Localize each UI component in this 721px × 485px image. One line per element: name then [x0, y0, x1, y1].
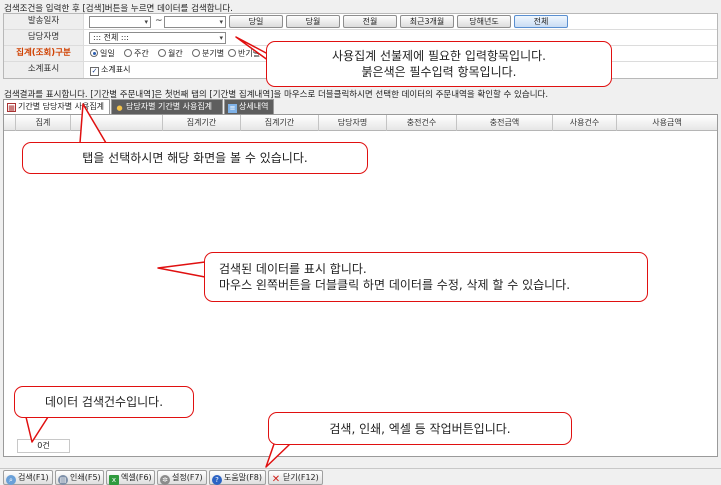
excel-button-label: 엑셀(F6): [121, 473, 152, 482]
callout-line: 검색, 인쇄, 엑셀 등 작업버튼입니다.: [329, 421, 511, 436]
subtotal-checkbox[interactable]: ✓ 소계표시: [90, 65, 130, 76]
settings-button[interactable]: ✲ 설정(F7): [157, 470, 207, 485]
manager-select-value: ::: 전체 :::: [93, 33, 129, 42]
radio-dot: [90, 49, 98, 57]
callout-line: 탭을 선택하시면 해당 화면을 볼 수 있습니다.: [82, 151, 308, 165]
tab-label: 기간별 담당자별 사용집계: [18, 102, 105, 111]
excel-button[interactable]: x 엑셀(F6): [106, 470, 155, 485]
radio-half-yearly-label: 반기별: [238, 49, 261, 58]
chevron-down-icon: ▾: [219, 34, 223, 42]
radio-monthly-label: 월간: [168, 49, 183, 58]
callout-data: 검색된 데이터를 표시 합니다. 마우스 왼쪽버튼을 더블클릭 하면 데이터를 …: [204, 252, 648, 302]
gear-icon: ✲: [160, 475, 170, 485]
bottom-toolbar: ⌕ 검색(F1) ▤ 인쇄(F5) x 엑셀(F6) ✲ 설정(F7) ? 도움말(F8)…: [0, 468, 721, 485]
callout-line: 붉은색은 필수입력 항목입니다.: [361, 65, 517, 79]
result-count: 0건: [17, 439, 70, 453]
date-range-separator: ~: [155, 16, 163, 26]
radio-dot: [228, 49, 236, 57]
tab-period-manager-summary[interactable]: ▦ 기간별 담당자별 사용집계: [3, 99, 110, 114]
callout-required-fields: 사용집계 선불제에 필요한 입력항목입니다. 붉은색은 필수입력 항목입니다.: [266, 41, 612, 87]
start-date-combo[interactable]: ▾: [89, 16, 151, 28]
tab-label: 상세내역: [239, 102, 269, 111]
radio-dot: [192, 49, 200, 57]
search-button-label: 검색(F1): [18, 473, 49, 482]
callout-line: 마우스 왼쪽버튼을 더블클릭 하면 데이터를 수정, 삭제 할 수 있습니다.: [219, 278, 571, 292]
tab-details[interactable]: ≡ 상세내역: [224, 99, 274, 114]
subtotal-label: 소계표시: [4, 62, 84, 78]
tab-label: 담당자별 기간별 사용집계: [126, 102, 213, 111]
subtotal-checkbox-label: 소계표시: [101, 65, 131, 74]
radio-weekly[interactable]: 주간: [124, 49, 149, 59]
callout-line: 데이터 검색건수입니다.: [44, 395, 164, 409]
radio-quarterly-label: 분기별: [202, 49, 225, 58]
grid-header: 집계 집계기간 집계기간 담당자명 충전건수 충전금액 사용건수 사용금액: [4, 115, 717, 131]
grid-header-summary[interactable]: 집계: [16, 115, 71, 131]
period-this-month-button[interactable]: 당월: [286, 15, 340, 28]
print-button[interactable]: ▤ 인쇄(F5): [55, 470, 104, 485]
callout-tabs: 탭을 선택하시면 해당 화면을 볼 수 있습니다.: [22, 142, 368, 174]
excel-icon: x: [109, 475, 119, 485]
grid-header-rowmarker: [4, 115, 16, 131]
radio-half-yearly[interactable]: 반기별: [228, 49, 260, 59]
chevron-down-icon: ▾: [219, 18, 223, 26]
grid-header-manager[interactable]: 담당자명: [319, 115, 387, 131]
radio-daily[interactable]: 일일: [90, 49, 115, 59]
help-button-label: 도움말(F8): [224, 473, 263, 482]
close-button[interactable]: ✕ 닫기(F12): [268, 470, 323, 485]
grid-header-use-count[interactable]: 사용건수: [553, 115, 617, 131]
period-this-year-button[interactable]: 당해년도: [457, 15, 511, 28]
callout-line: 검색된 데이터를 표시 합니다.: [219, 262, 367, 276]
print-button-label: 인쇄(F5): [70, 473, 101, 482]
radio-monthly[interactable]: 월간: [158, 49, 183, 59]
callout-line: 사용집계 선불제에 필요한 입력항목입니다.: [332, 49, 546, 63]
group-type-label: 집계(조회)구분: [4, 46, 84, 61]
printer-icon: ▤: [58, 475, 68, 485]
close-icon: ✕: [271, 474, 281, 485]
period-last-month-button[interactable]: 전월: [343, 15, 397, 28]
grid-header-use-amount[interactable]: 사용금액: [617, 115, 717, 131]
callout-toolbar: 검색, 인쇄, 엑셀 등 작업버튼입니다.: [268, 412, 572, 445]
grid-header-blank[interactable]: [71, 115, 163, 131]
end-date-combo[interactable]: ▾: [164, 16, 226, 28]
callout-count: 데이터 검색건수입니다.: [14, 386, 194, 418]
period-all-button[interactable]: 전체: [514, 15, 568, 28]
chevron-down-icon: ▾: [144, 18, 148, 26]
grid-header-charge-amount[interactable]: 충전금액: [457, 115, 553, 131]
period-3months-button[interactable]: 최근3개월: [400, 15, 454, 28]
radio-dot: [158, 49, 166, 57]
date-label: 발송일자: [4, 14, 84, 29]
manager-label: 담당자명: [4, 30, 84, 45]
checkmark-icon: ✓: [90, 67, 99, 76]
search-button[interactable]: ⌕ 검색(F1): [3, 470, 53, 485]
period-today-button[interactable]: 당일: [229, 15, 283, 28]
radio-quarterly[interactable]: 분기별: [192, 49, 224, 59]
close-button-label: 닫기(F12): [283, 473, 319, 482]
grid-header-charge-count[interactable]: 충전건수: [387, 115, 457, 131]
grid-header-period-start[interactable]: 집계기간: [163, 115, 241, 131]
grid-header-period-end[interactable]: 집계기간: [241, 115, 319, 131]
help-button[interactable]: ? 도움말(F8): [209, 470, 266, 485]
settings-button-label: 설정(F7): [172, 473, 203, 482]
help-icon: ?: [212, 475, 222, 485]
radio-weekly-label: 주간: [134, 49, 149, 58]
tab-manager-period-summary[interactable]: ● 담당자별 기간별 사용집계: [111, 99, 223, 114]
manager-select[interactable]: ::: 전체 ::: ▾: [89, 32, 226, 44]
calendar-icon: ▦: [7, 103, 16, 112]
users-icon: ●: [116, 104, 123, 112]
document-icon: ≡: [228, 104, 237, 113]
radio-daily-label: 일일: [100, 49, 115, 58]
date-row: 발송일자 ▾ ~ ▾ 당일 당월 전월 최근3개월 당해년도 전체: [4, 14, 717, 30]
search-icon: ⌕: [6, 475, 16, 485]
radio-dot: [124, 49, 132, 57]
